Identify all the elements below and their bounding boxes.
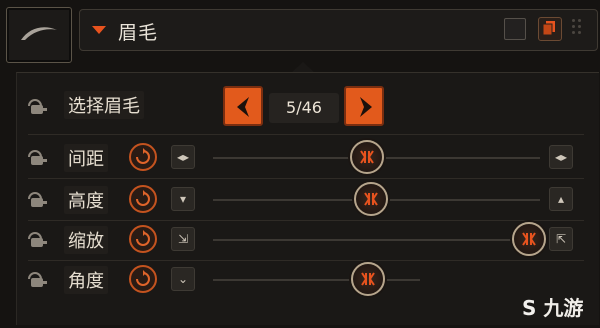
- copy-button[interactable]: [538, 17, 562, 41]
- divider: [28, 220, 584, 221]
- slider-grip-icon: [522, 232, 536, 246]
- reset-icon: [136, 230, 150, 246]
- lock-icon[interactable]: [27, 229, 49, 249]
- slider-label: 缩放: [64, 226, 108, 254]
- eyebrow-icon: [21, 27, 57, 40]
- reset-icon: [136, 148, 150, 164]
- divider: [28, 178, 584, 179]
- slider-label: 角度: [64, 266, 108, 294]
- slider-track[interactable]: [213, 239, 540, 241]
- toggle-checkbox[interactable]: [504, 18, 526, 40]
- lock-icon[interactable]: [27, 147, 49, 167]
- increase-button[interactable]: ⇱: [549, 227, 573, 251]
- chevron-right-icon: [360, 97, 372, 117]
- increase-button[interactable]: ◂▸: [549, 145, 573, 169]
- select-brow-label: 选择眉毛: [64, 91, 144, 119]
- slider-thumb[interactable]: [350, 140, 384, 174]
- slider-grip-icon: [364, 192, 378, 206]
- drag-grip-icon[interactable]: [572, 19, 584, 37]
- reset-icon: [136, 270, 150, 286]
- reset-button[interactable]: [129, 265, 157, 293]
- reset-button[interactable]: [129, 185, 157, 213]
- divider: [28, 260, 584, 261]
- slider-thumb[interactable]: [512, 222, 546, 256]
- reset-icon: [136, 190, 150, 206]
- category-title: 眉毛: [118, 22, 159, 44]
- increase-button[interactable]: ▴: [549, 187, 573, 211]
- eyebrow-tile[interactable]: [6, 7, 72, 63]
- chevron-left-icon: [237, 97, 249, 117]
- watermark-logo-icon: S: [522, 296, 537, 320]
- decrease-button[interactable]: ⌄: [171, 267, 195, 291]
- caret-down-icon[interactable]: [92, 26, 106, 34]
- copy-icon: [542, 21, 555, 36]
- watermark: S 九游: [522, 296, 584, 320]
- decrease-button[interactable]: ⇲: [171, 227, 195, 251]
- lock-icon[interactable]: [27, 96, 49, 116]
- style-page-counter: 5/46: [269, 93, 339, 123]
- decrease-button[interactable]: ▾: [171, 187, 195, 211]
- reset-button[interactable]: [129, 225, 157, 253]
- prev-style-button[interactable]: [223, 86, 263, 126]
- divider: [28, 134, 584, 135]
- category-header[interactable]: 眉毛: [79, 9, 598, 51]
- slider-label: 间距: [64, 144, 108, 172]
- next-style-button[interactable]: [344, 86, 384, 126]
- lock-icon[interactable]: [27, 269, 49, 289]
- reset-button[interactable]: [129, 143, 157, 171]
- slider-grip-icon: [361, 272, 375, 286]
- slider-grip-icon: [360, 150, 374, 164]
- slider-label: 高度: [64, 186, 108, 214]
- slider-thumb[interactable]: [351, 262, 385, 296]
- slider-track[interactable]: [213, 279, 420, 281]
- lock-icon[interactable]: [27, 189, 49, 209]
- decrease-button[interactable]: ◂▸: [171, 145, 195, 169]
- slider-thumb[interactable]: [354, 182, 388, 216]
